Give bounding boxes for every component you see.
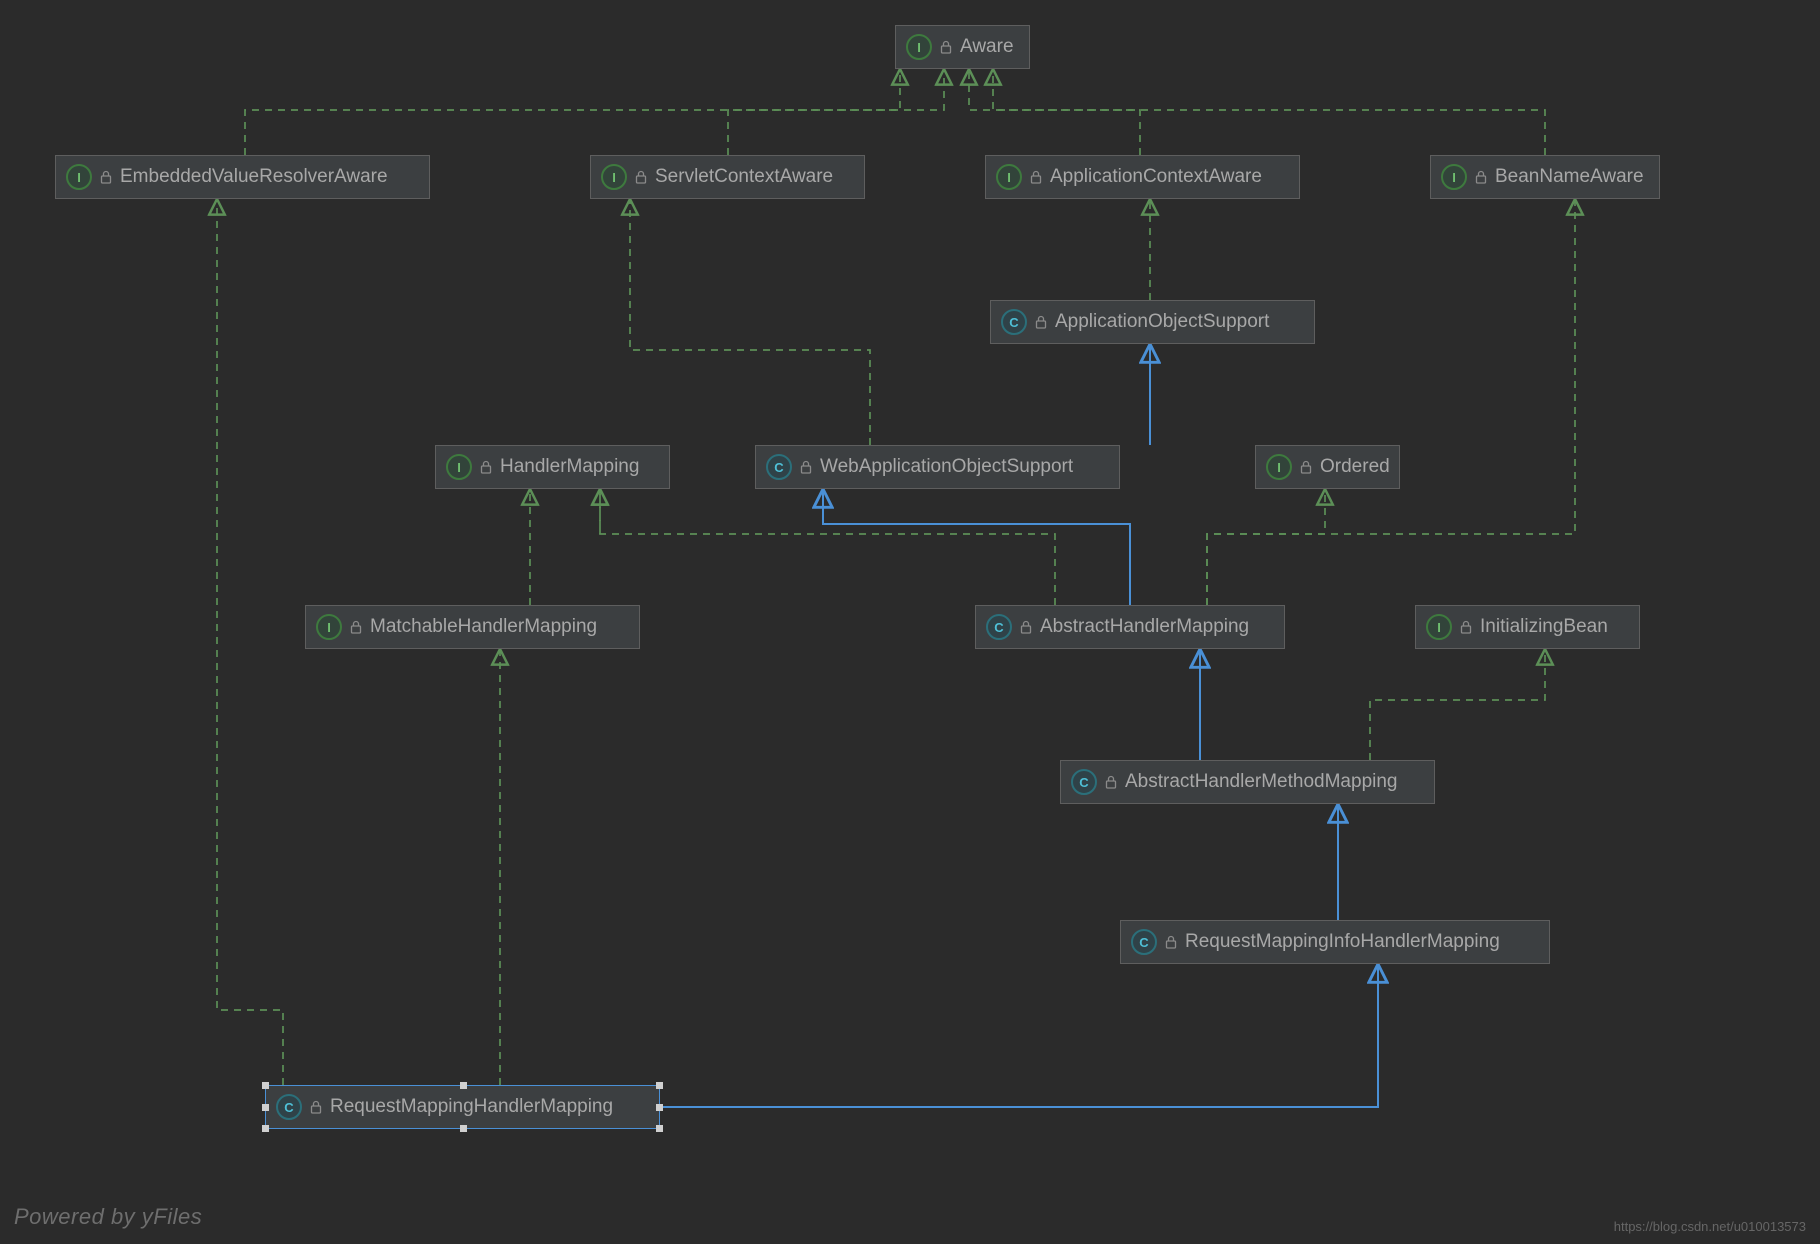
node-ahm[interactable]: C AbstractHandlerMapping [975,605,1285,649]
interface-badge-icon: I [316,614,342,640]
interface-badge-icon: I [1426,614,1452,640]
edge-impl [1207,489,1325,605]
interface-badge-icon: I [601,164,627,190]
node-label: WebApplicationObjectSupport [820,456,1073,478]
node-aos[interactable]: C ApplicationObjectSupport [990,300,1315,344]
class-badge-icon: C [276,1094,302,1120]
node-rmhm[interactable]: C RequestMappingHandlerMapping [265,1085,660,1129]
node-label: MatchableHandlerMapping [370,616,597,638]
node-label: RequestMappingInfoHandlerMapping [1185,931,1500,953]
edge-impl [630,199,870,445]
edge-impl [728,69,944,155]
node-label: ApplicationObjectSupport [1055,311,1269,333]
lock-icon [1105,775,1117,789]
node-ib[interactable]: I InitializingBean [1415,605,1640,649]
node-aca[interactable]: I ApplicationContextAware [985,155,1300,199]
node-bna[interactable]: I BeanNameAware [1430,155,1660,199]
lock-icon [1475,170,1487,184]
edge-impl [217,199,283,1085]
lock-icon [350,620,362,634]
edge-ext [823,489,1130,605]
lock-icon [635,170,647,184]
class-badge-icon: C [1001,309,1027,335]
selection-handle[interactable] [262,1104,269,1111]
edge-impl [600,489,1055,605]
node-aware[interactable]: I Aware [895,25,1030,69]
lock-icon [310,1100,322,1114]
lock-icon [1030,170,1042,184]
edge-impl [1370,649,1545,760]
class-badge-icon: C [1131,929,1157,955]
lock-icon [100,170,112,184]
node-evra[interactable]: I EmbeddedValueResolverAware [55,155,430,199]
node-ahmm[interactable]: C AbstractHandlerMethodMapping [1060,760,1435,804]
powered-by-label: Powered by yFiles [14,1204,202,1230]
lock-icon [1165,935,1177,949]
interface-badge-icon: I [1441,164,1467,190]
node-label: RequestMappingHandlerMapping [330,1096,613,1118]
node-label: AbstractHandlerMapping [1040,616,1249,638]
lock-icon [1020,620,1032,634]
interface-badge-icon: I [66,164,92,190]
lock-icon [480,460,492,474]
interface-badge-icon: I [906,34,932,60]
edge-impl [245,69,900,155]
node-rmihm[interactable]: C RequestMappingInfoHandlerMapping [1120,920,1550,964]
edge-impl [1207,199,1575,605]
node-waos[interactable]: C WebApplicationObjectSupport [755,445,1120,489]
node-label: ApplicationContextAware [1050,166,1262,188]
selection-handle[interactable] [262,1082,269,1089]
node-label: EmbeddedValueResolverAware [120,166,388,188]
class-badge-icon: C [986,614,1012,640]
edge-ext [620,964,1378,1107]
node-label: Ordered [1320,456,1390,478]
selection-handle[interactable] [656,1125,663,1132]
node-ordered[interactable]: I Ordered [1255,445,1400,489]
lock-icon [1035,315,1047,329]
node-label: InitializingBean [1480,616,1608,638]
node-label: AbstractHandlerMethodMapping [1125,771,1398,793]
node-label: BeanNameAware [1495,166,1644,188]
interface-badge-icon: I [1266,454,1292,480]
interface-badge-icon: I [996,164,1022,190]
node-sca[interactable]: I ServletContextAware [590,155,865,199]
interface-badge-icon: I [446,454,472,480]
node-mhm[interactable]: I MatchableHandlerMapping [305,605,640,649]
selection-handle[interactable] [460,1125,467,1132]
lock-icon [1300,460,1312,474]
selection-handle[interactable] [262,1125,269,1132]
class-badge-icon: C [1071,769,1097,795]
class-badge-icon: C [766,454,792,480]
source-url-label: https://blog.csdn.net/u010013573 [1614,1219,1806,1234]
selection-handle[interactable] [656,1104,663,1111]
selection-handle[interactable] [460,1082,467,1089]
lock-icon [940,40,952,54]
selection-handle[interactable] [656,1082,663,1089]
lock-icon [1460,620,1472,634]
node-label: HandlerMapping [500,456,639,478]
node-label: ServletContextAware [655,166,833,188]
edge-impl [993,69,1545,155]
node-label: Aware [960,36,1014,58]
edge-impl [969,69,1140,155]
lock-icon [800,460,812,474]
node-hm[interactable]: I HandlerMapping [435,445,670,489]
